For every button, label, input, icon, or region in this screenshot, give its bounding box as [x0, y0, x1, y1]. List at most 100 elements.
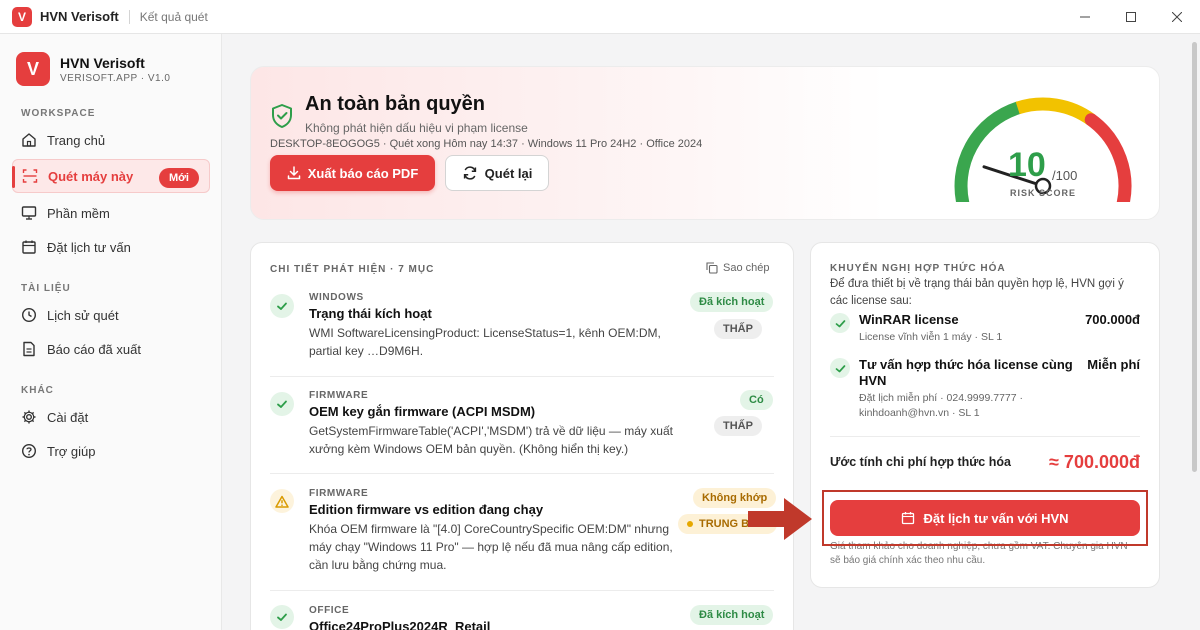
nav-section-docs: TÀI LIỆU — [21, 283, 71, 294]
download-icon — [287, 166, 300, 180]
new-badge: Mới — [158, 168, 199, 188]
shield-check-icon — [272, 104, 292, 128]
item-category: FIRMWARE — [309, 390, 369, 401]
sidebar-item-software[interactable]: Phần mềm — [12, 196, 210, 230]
home-icon — [20, 131, 38, 149]
scrollbar-thumb[interactable] — [1192, 42, 1197, 472]
result-subtitle: Không phát hiện dấu hiệu vi phạm license — [305, 121, 528, 135]
gear-icon — [20, 408, 38, 426]
brand-subtitle: VERISOFT.APP · V1.0 — [60, 72, 171, 84]
minimize-button[interactable] — [1062, 0, 1108, 34]
check-icon — [830, 358, 850, 378]
license-name: Tư vấn hợp thức hóa license cùng HVN — [859, 357, 1073, 388]
item-category: WINDOWS — [309, 292, 364, 303]
nav-section-workspace: WORKSPACE — [21, 108, 96, 119]
item-divider — [270, 473, 774, 474]
item-title: Edition firmware vs edition đang chạy — [309, 502, 544, 517]
check-icon — [270, 605, 294, 629]
item-divider — [270, 590, 774, 591]
license-detail: Đặt lịch miễn phí · 024.9999.7777 · kinh… — [859, 392, 1024, 419]
sidebar-item-help[interactable]: Trợ giúp — [12, 434, 210, 468]
item-title: Office24ProPlus2024R_Retail — [309, 619, 491, 630]
risk-score-label: RISK SCORE — [1010, 188, 1077, 198]
gauge-arc-high — [1084, 113, 1132, 202]
sidebar-item-label: Báo cáo đã xuất — [47, 341, 141, 357]
sidebar-item-reports[interactable]: Báo cáo đã xuất — [12, 332, 210, 366]
close-button[interactable] — [1154, 0, 1200, 34]
recommendation-intro: Để đưa thiết bị về trạng thái bản quyền … — [830, 278, 1124, 307]
sidebar-item-scan[interactable]: Quét máy này Mới — [12, 159, 210, 193]
copy-label: Sao chép — [723, 262, 770, 274]
refresh-icon — [463, 166, 476, 180]
check-icon — [270, 294, 294, 318]
item-description: GetSystemFirmwareTable('ACPI','MSDM') tr… — [309, 424, 673, 456]
window-controls — [1062, 0, 1200, 34]
monitor-icon — [20, 204, 38, 222]
scan-meta: DESKTOP-8EOGOG5 · Quét xong Hôm nay 14:3… — [270, 138, 703, 150]
document-icon — [20, 340, 38, 358]
scan-icon — [21, 167, 39, 185]
recommendation-divider — [830, 436, 1140, 437]
item-divider — [270, 376, 774, 377]
item-category: OFFICE — [309, 605, 350, 616]
brand: V HVN Verisoft VERISOFT.APP · V1.0 — [16, 52, 170, 86]
check-icon — [270, 392, 294, 416]
sidebar-item-label: Cài đặt — [47, 409, 89, 425]
item-title: Trạng thái kích hoạt — [309, 306, 432, 321]
app-logo-icon: V — [12, 6, 32, 27]
rescan-label: Quét lại — [484, 165, 533, 181]
item-description: Khóa OEM firmware là "[4.0] CoreCountryS… — [309, 522, 673, 572]
maximize-icon — [1126, 12, 1136, 22]
risk-score-value: 10 — [1008, 146, 1046, 184]
sidebar-item-label: Phần mềm — [47, 205, 110, 221]
result-title: An toàn bản quyền — [305, 93, 485, 115]
license-price: 700.000đ — [1085, 312, 1140, 327]
brand-logo-icon: V — [16, 52, 50, 86]
maximize-button[interactable] — [1108, 0, 1154, 34]
brand-name: HVN Verisoft — [60, 54, 145, 71]
app-title: HVN Verisoft — [40, 9, 119, 24]
minimize-icon — [1080, 16, 1090, 18]
export-pdf-button[interactable]: Xuất báo cáo PDF — [270, 155, 435, 191]
close-icon — [1172, 12, 1182, 22]
title-divider — [128, 9, 130, 24]
pointer-arrow-icon — [748, 498, 812, 540]
warning-icon — [270, 489, 294, 513]
highlight-frame — [822, 490, 1148, 546]
sidebar-item-history[interactable]: Lịch sử quét — [12, 298, 210, 332]
check-icon — [830, 313, 850, 333]
item-description: WMI SoftwareLicensingProduct: LicenseSta… — [309, 326, 661, 358]
export-pdf-label: Xuất báo cáo PDF — [307, 165, 419, 181]
calendar-icon — [20, 238, 38, 256]
item-category: FIRMWARE — [309, 488, 369, 499]
details-heading: CHI TIẾT PHÁT HIỆN · 7 MỤC — [270, 264, 435, 275]
scrollbar[interactable] — [1189, 34, 1200, 630]
status-badge: Đã kích hoạt — [690, 605, 774, 625]
sidebar-item-label: Quét máy này — [48, 168, 134, 184]
nav-section-other: KHÁC — [21, 385, 54, 396]
copy-button[interactable]: Sao chép — [706, 262, 769, 274]
license-detail: License vĩnh viễn 1 máy · SL 1 — [859, 331, 1003, 343]
rescan-button[interactable]: Quét lại — [445, 155, 549, 191]
risk-level-badge: THẤP — [714, 416, 762, 436]
recommendation-heading: KHUYẾN NGHỊ HỢP THỨC HÓA — [830, 263, 1006, 274]
status-badge: Có — [740, 390, 773, 410]
risk-score-max: /100 — [1052, 168, 1078, 183]
sidebar-item-label: Lịch sử quét — [47, 307, 119, 323]
sidebar-item-booking[interactable]: Đặt lịch tư vấn — [12, 230, 210, 264]
clock-icon — [20, 306, 38, 324]
risk-level-badge: THẤP — [714, 319, 762, 339]
sidebar-item-label: Trang chủ — [47, 132, 106, 148]
license-price: Miễn phí — [1087, 357, 1140, 372]
sidebar-item-home[interactable]: Trang chủ — [12, 123, 210, 157]
help-icon — [20, 442, 38, 460]
copy-icon — [706, 262, 718, 274]
license-name: WinRAR license — [859, 312, 959, 327]
gauge-arc-medium — [1015, 97, 1096, 126]
estimate-value: ≈ 700.000đ — [1049, 452, 1140, 472]
window-page-title: Kết quả quét — [139, 9, 208, 24]
item-title: OEM key gắn firmware (ACPI MSDM) — [309, 404, 536, 419]
status-badge: Đã kích hoạt — [690, 292, 774, 312]
title-bar: V HVN Verisoft Kết quả quét — [0, 0, 1200, 34]
sidebar-item-settings[interactable]: Cài đặt — [12, 400, 210, 434]
